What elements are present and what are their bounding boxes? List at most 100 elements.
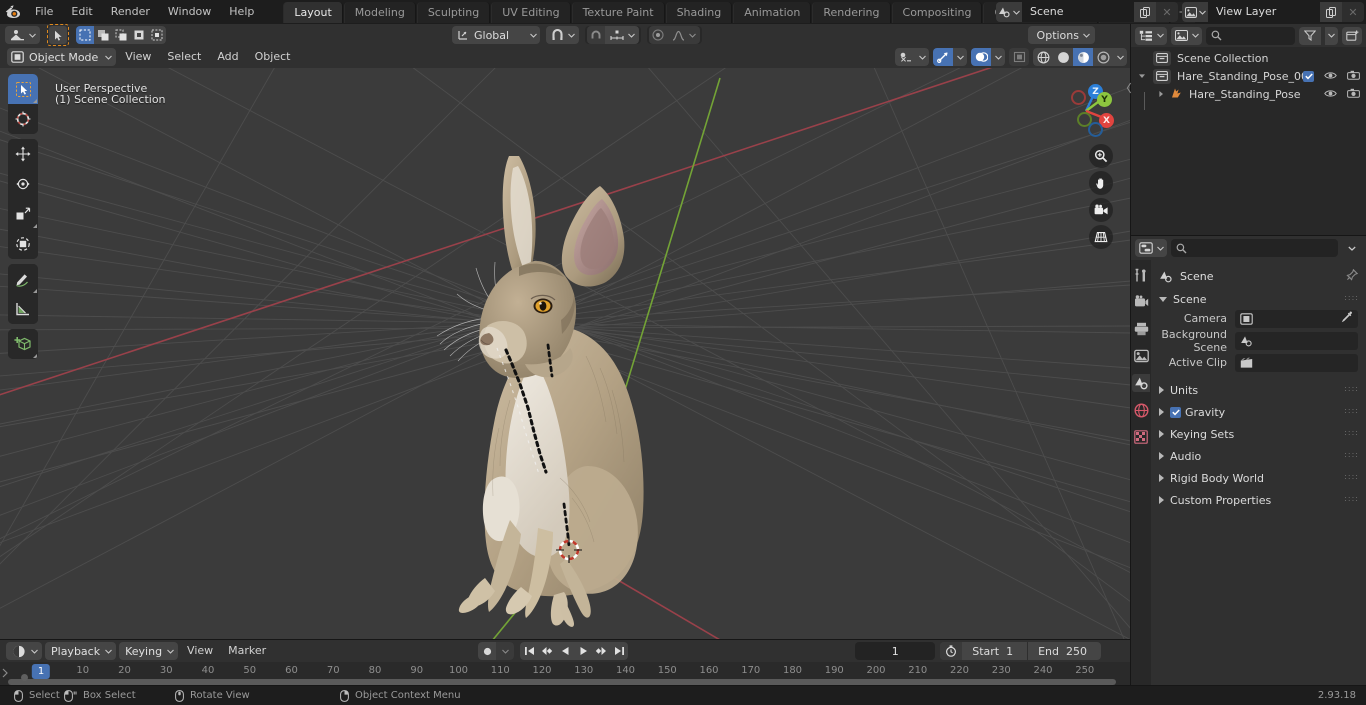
viewport-menu-view[interactable]: View — [118, 48, 158, 66]
overlays-dropdown-icon[interactable] — [991, 48, 1005, 66]
scene-selector[interactable]: Scene ✕ — [996, 2, 1178, 22]
timeline-expand-icon[interactable] — [1, 668, 11, 678]
properties-tab-scene[interactable] — [1132, 374, 1150, 392]
auto-keying-dropdown-icon[interactable] — [496, 642, 514, 660]
expand-triangle-right-icon[interactable] — [1153, 90, 1169, 98]
duplicate-icon[interactable] — [1134, 2, 1156, 22]
record-dot-icon[interactable] — [478, 642, 496, 660]
menu-window[interactable]: Window — [159, 3, 220, 21]
shading-rendered-icon[interactable] — [1093, 48, 1113, 66]
panel-header-scene[interactable]: Scene :::: — [1151, 289, 1366, 309]
camera-icon[interactable] — [1347, 70, 1360, 83]
properties-tab-world[interactable] — [1132, 401, 1150, 419]
tab-compositing[interactable]: Compositing — [891, 1, 983, 23]
snap-toggle[interactable] — [546, 26, 579, 44]
timeline-editor-type[interactable] — [6, 642, 42, 660]
outliner-search-input[interactable] — [1206, 26, 1295, 45]
eye-icon[interactable] — [1324, 70, 1337, 83]
background-scene-field[interactable] — [1235, 331, 1358, 350]
viewport-menu-add[interactable]: Add — [210, 48, 245, 66]
outliner-tree[interactable]: Scene Collection Hare_Standing_Pose_001 — [1131, 47, 1366, 235]
eyedropper-icon[interactable] — [1341, 311, 1353, 326]
select-extend-icon[interactable] — [94, 26, 112, 44]
duplicate-view-layer-icon[interactable] — [1320, 2, 1342, 22]
panel-header-custom-properties[interactable]: Custom Properties :::: — [1151, 490, 1366, 510]
tweak-tool[interactable] — [8, 74, 38, 104]
panel-header-keying-sets[interactable]: Keying Sets :::: — [1151, 424, 1366, 444]
expand-triangle-down-icon[interactable] — [1131, 72, 1153, 80]
properties-editor-type[interactable] — [1135, 239, 1167, 257]
xray-icon[interactable] — [1009, 48, 1029, 66]
scale-tool[interactable] — [8, 199, 38, 229]
menu-edit[interactable]: Edit — [62, 3, 101, 21]
outliner-row-hare-object[interactable]: Hare_Standing_Pose — [1131, 85, 1366, 110]
active-clip-field[interactable] — [1235, 353, 1358, 372]
select-intersect-icon[interactable] — [148, 26, 166, 44]
gizmo-axis-neg-z[interactable] — [1088, 122, 1103, 137]
properties-search-input[interactable] — [1171, 239, 1338, 257]
filter-dropdown-icon[interactable] — [1325, 26, 1338, 45]
panel-header-units[interactable]: Units :::: — [1151, 380, 1366, 400]
horizontal-divider-right[interactable] — [1131, 235, 1366, 236]
panel-header-gravity[interactable]: Gravity :::: — [1151, 402, 1366, 422]
add-cube-tool[interactable] — [8, 329, 38, 359]
properties-tab-output[interactable] — [1132, 320, 1150, 338]
active-tool-cursor[interactable] — [47, 24, 69, 46]
jump-end-icon[interactable] — [610, 642, 628, 660]
tab-uv-editing[interactable]: UV Editing — [491, 1, 571, 23]
measure-tool[interactable] — [8, 294, 38, 324]
select-cursor-icon[interactable] — [49, 26, 67, 44]
annotate-tool[interactable] — [8, 264, 38, 294]
move-tool[interactable] — [8, 139, 38, 169]
gizmo-icon[interactable] — [933, 48, 953, 66]
horizontal-divider-timeline[interactable] — [0, 639, 1131, 640]
outliner-row-scene-collection[interactable]: Scene Collection — [1131, 49, 1366, 67]
timeline-menu-playback[interactable]: Playback — [45, 642, 117, 660]
tab-sculpting[interactable]: Sculpting — [416, 1, 491, 23]
tab-shading[interactable]: Shading — [665, 1, 733, 23]
stopwatch-icon[interactable] — [940, 642, 963, 660]
transform-orientation-selector[interactable]: Global — [452, 26, 540, 44]
menu-file[interactable]: File — [26, 3, 62, 21]
play-icon[interactable] — [574, 642, 592, 660]
camera-icon[interactable] — [1347, 88, 1360, 101]
select-invert-icon[interactable] — [130, 26, 148, 44]
eye-icon[interactable] — [1324, 88, 1337, 101]
timeline-menu-marker[interactable]: Marker — [222, 642, 272, 660]
editor-type-selector[interactable] — [5, 26, 40, 44]
zoom-icon[interactable] — [1089, 144, 1113, 168]
pan-hand-icon[interactable] — [1089, 171, 1113, 195]
shading-wireframe-icon[interactable] — [1033, 48, 1053, 66]
scene-name[interactable]: Scene — [1022, 2, 1134, 22]
3d-viewport[interactable]: User Perspective (1) Scene Collection Z … — [0, 68, 1131, 640]
outliner-filter-type[interactable] — [1171, 26, 1202, 45]
vertical-divider[interactable] — [1130, 24, 1131, 686]
unlink-scene-icon[interactable]: ✕ — [1156, 2, 1178, 22]
tab-layout[interactable]: Layout — [283, 1, 343, 23]
gizmo-axis-y[interactable]: Y — [1097, 92, 1112, 107]
visibility-icon[interactable] — [895, 48, 915, 66]
properties-tab-view-layer[interactable] — [1132, 347, 1150, 365]
shading-solid-icon[interactable] — [1053, 48, 1073, 66]
options-button[interactable]: Options — [1027, 26, 1095, 44]
camera-view-icon[interactable] — [1089, 198, 1113, 222]
falloff-curve-selector[interactable] — [667, 26, 700, 44]
tab-animation[interactable]: Animation — [733, 1, 812, 23]
unlink-view-layer-icon[interactable]: ✕ — [1342, 2, 1364, 22]
collection-enabled-checkbox[interactable] — [1303, 70, 1314, 82]
select-box-icon[interactable] — [76, 26, 94, 44]
outliner-row-hare-collection[interactable]: Hare_Standing_Pose_001 — [1131, 67, 1366, 85]
interaction-mode-selector[interactable]: Object Mode — [7, 48, 117, 66]
view-layer-name[interactable]: View Layer — [1208, 2, 1320, 22]
toggle-perspective-icon[interactable] — [1089, 225, 1113, 249]
rotate-tool[interactable] — [8, 169, 38, 199]
tab-texture-paint[interactable]: Texture Paint — [571, 1, 665, 23]
end-frame-value[interactable]: 250 — [1066, 645, 1101, 658]
menu-help[interactable]: Help — [220, 3, 263, 21]
blender-logo-icon[interactable] — [0, 0, 26, 24]
timeline-menu-keying[interactable]: Keying — [119, 642, 179, 660]
current-frame-field[interactable]: 1 — [855, 642, 936, 660]
start-frame-value[interactable]: 1 — [1006, 645, 1027, 658]
shading-dropdown-icon[interactable] — [1113, 48, 1127, 66]
properties-tab-tool[interactable] — [1132, 266, 1150, 284]
